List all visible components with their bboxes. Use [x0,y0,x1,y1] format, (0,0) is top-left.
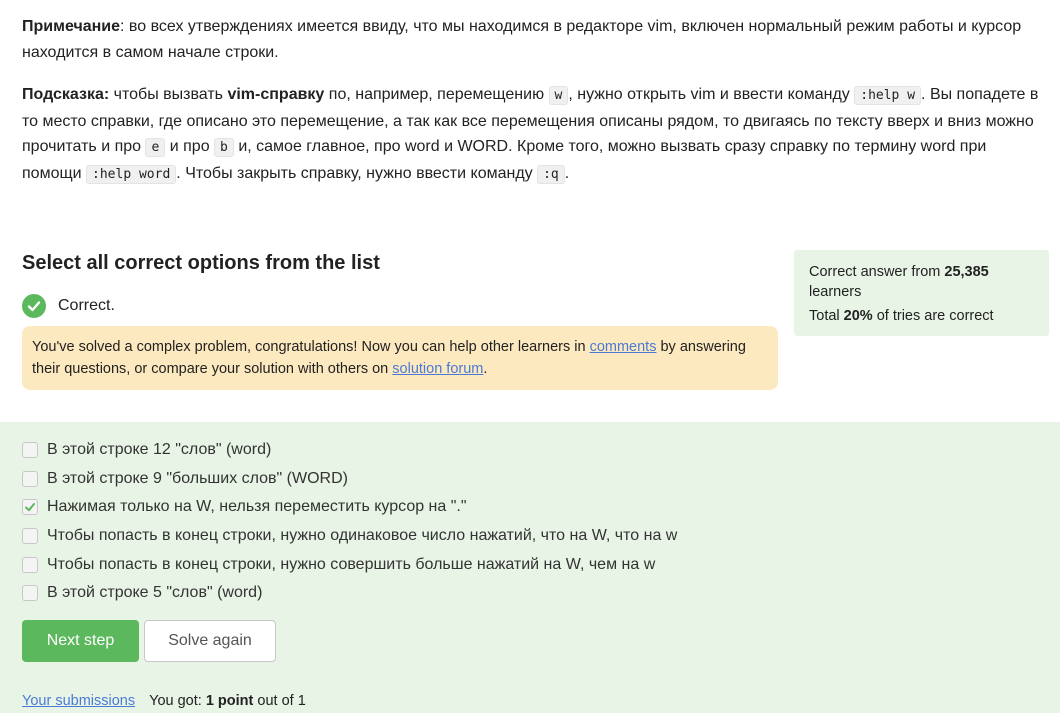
option-item[interactable]: Чтобы попасть в конец строки, нужно один… [22,522,677,551]
stats-panel: Correct answer from 25,385 learners Tota… [794,250,1049,336]
comments-link[interactable]: comments [590,339,657,355]
question-title: Select all correct options from the list [22,252,380,274]
check-circle-icon [22,294,46,318]
options-list: В этой строке 12 "слов" (word) В этой ст… [22,436,677,608]
code-w: w [548,86,569,105]
checkbox[interactable] [22,585,38,602]
solve-again-button[interactable]: Solve again [144,620,276,662]
option-label: Чтобы попасть в конец строки, нужно сове… [47,555,656,573]
checkbox[interactable] [22,528,38,545]
hint-vim-help-term: vim-справку [227,86,325,103]
score-suffix: out of 1 [253,693,306,709]
stats-learners: Correct answer from 25,385 learners [809,262,1039,302]
learners-count: 25,385 [944,264,989,280]
stats-total: Total 20% of tries are correct [809,306,1039,326]
hint-text: и про [165,138,215,155]
note-label: Примечание [22,18,121,35]
correct-percent: 20% [843,308,873,324]
code-help-word: :help word [86,164,177,184]
stats-text: learners [809,284,862,300]
hint-text: . Чтобы закрыть справку, нужно ввести ко… [176,164,538,182]
option-item[interactable]: В этой строке 9 "больших слов" (WORD) [22,465,677,494]
option-item[interactable]: Чтобы попасть в конец строки, нужно сове… [22,550,677,579]
option-item[interactable]: В этой строке 12 "слов" (word) [22,436,677,465]
score-prefix: You got: [149,693,206,709]
note-paragraph: Примечание: во всех утверждениях имеется… [22,14,1042,66]
checkbox[interactable] [22,499,38,516]
congrats-text: You've solved a complex problem, congrat… [32,339,590,355]
stats-text: Total [809,308,844,324]
hint-text: чтобы вызвать [109,86,228,103]
hint-text: по, например, перемещению [324,86,549,103]
hint-label: Подсказка: [22,86,110,103]
checkmark-icon [25,503,35,512]
stats-text: of tries are correct [872,308,994,324]
hint-paragraph: Подсказка: чтобы вызвать vim-справку по,… [22,82,1042,187]
checkbox[interactable] [22,470,38,487]
congrats-banner: You've solved a complex problem, congrat… [22,326,778,390]
note-text: : во всех утверждениях имеется ввиду, чт… [22,18,1022,61]
footer: Your submissions You got: 1 point out of… [22,693,306,709]
option-item[interactable]: Нажимая только на W, нельзя переместить … [22,493,677,522]
option-item[interactable]: В этой строке 5 "слов" (word) [22,579,677,608]
code-e: e [145,138,166,157]
correct-status: Correct. [22,293,115,319]
score-points: 1 point [205,693,254,709]
option-label: В этой строке 9 "больших слов" (WORD) [47,469,348,487]
stats-text: Correct answer from [809,264,945,280]
correct-status-text: Correct. [58,297,115,314]
option-label: Чтобы попасть в конец строки, нужно один… [47,527,678,545]
option-label: Нажимая только на W, нельзя переместить … [47,498,467,516]
score-text: You got: 1 point out of 1 [149,693,306,709]
your-submissions-link[interactable]: Your submissions [22,693,135,709]
hint-text: , нужно открыть vim и ввести команду [568,86,855,103]
option-label: В этой строке 12 "слов" (word) [47,441,272,459]
hint-text: . [564,164,570,182]
option-label: В этой строке 5 "слов" (word) [47,584,263,602]
code-b: b [214,138,234,157]
checkbox[interactable] [22,556,38,573]
checkbox[interactable] [22,442,38,459]
congrats-text: . [483,361,488,377]
code-help-w: :help w [854,86,922,105]
code-q: :q [537,164,565,184]
solution-forum-link[interactable]: solution forum [392,361,483,377]
next-step-button[interactable]: Next step [22,620,139,662]
